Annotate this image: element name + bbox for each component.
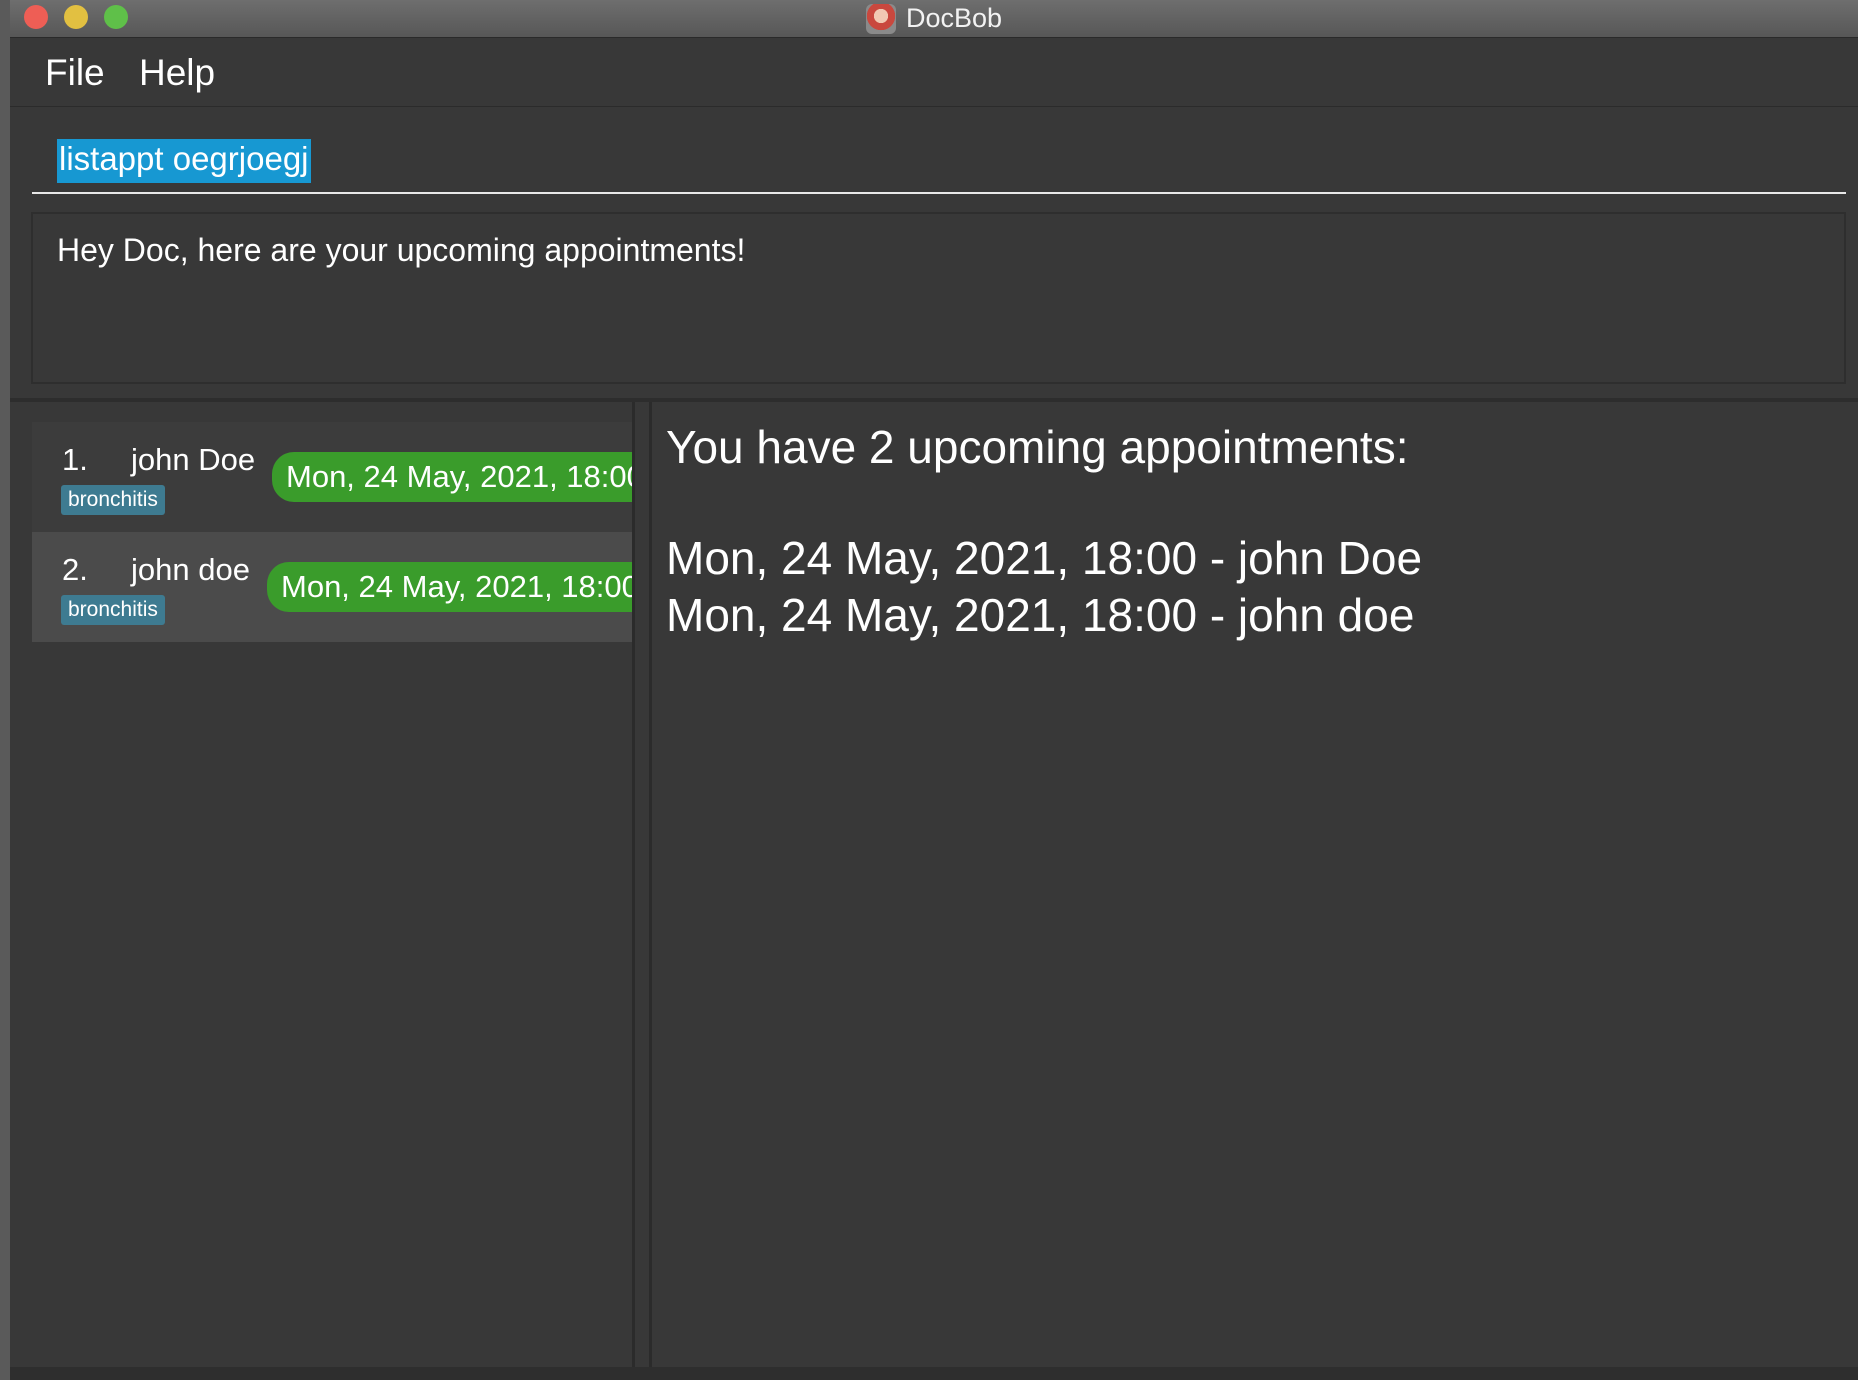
- condition-tag: bronchitis: [61, 595, 165, 625]
- detail-heading: You have 2 upcoming appointments:: [666, 421, 1409, 473]
- appointment-index: 2.: [62, 552, 88, 587]
- detail-panel: You have 2 upcoming appointments: Mon, 2…: [652, 402, 1858, 1367]
- status-bar: [10, 1367, 1858, 1380]
- appointment-list[interactable]: 1. john Doe bronchitis Mon, 24 May, 2021…: [10, 402, 632, 1367]
- app-window: DocBob File Help listappt oegrjoegj Hey …: [10, 0, 1858, 1380]
- detail-appointment-list: Mon, 24 May, 2021, 18:00 - john Doe Mon,…: [666, 530, 1422, 644]
- condition-tag: bronchitis: [61, 485, 165, 515]
- docbob-app-icon: [865, 3, 896, 34]
- result-display: Hey Doc, here are your upcoming appointm…: [31, 212, 1846, 384]
- command-box: listappt oegrjoegj: [10, 107, 1858, 202]
- detail-appointment-line: Mon, 24 May, 2021, 18:00 - john doe: [666, 589, 1415, 641]
- command-input-text: listappt oegrjoegj: [57, 139, 311, 183]
- split-pane-divider[interactable]: [632, 402, 652, 1367]
- appointment-card[interactable]: 1. john Doe bronchitis Mon, 24 May, 2021…: [32, 422, 632, 532]
- patient-name: john Doe: [131, 442, 256, 477]
- detail-appointment-line: Mon, 24 May, 2021, 18:00 - john Doe: [666, 532, 1423, 584]
- window-title-group: DocBob: [10, 0, 1858, 37]
- appointment-datetime: Mon, 24 May, 2021, 18:00: [267, 562, 632, 612]
- title-bar: DocBob: [10, 0, 1858, 38]
- menu-help[interactable]: Help: [139, 52, 215, 94]
- appointment-index: 1.: [62, 442, 88, 477]
- appointment-card[interactable]: 2. john doe bronchitis Mon, 24 May, 2021…: [32, 532, 632, 642]
- patient-name: john doe: [131, 552, 250, 587]
- window-title: DocBob: [905, 3, 1003, 33]
- appointment-datetime: Mon, 24 May, 2021, 18:00: [272, 452, 632, 502]
- result-message: Hey Doc, here are your upcoming appointm…: [57, 232, 746, 268]
- menu-bar: File Help: [10, 38, 1858, 107]
- command-input[interactable]: listappt oegrjoegj: [32, 127, 1846, 194]
- menu-file[interactable]: File: [45, 52, 105, 94]
